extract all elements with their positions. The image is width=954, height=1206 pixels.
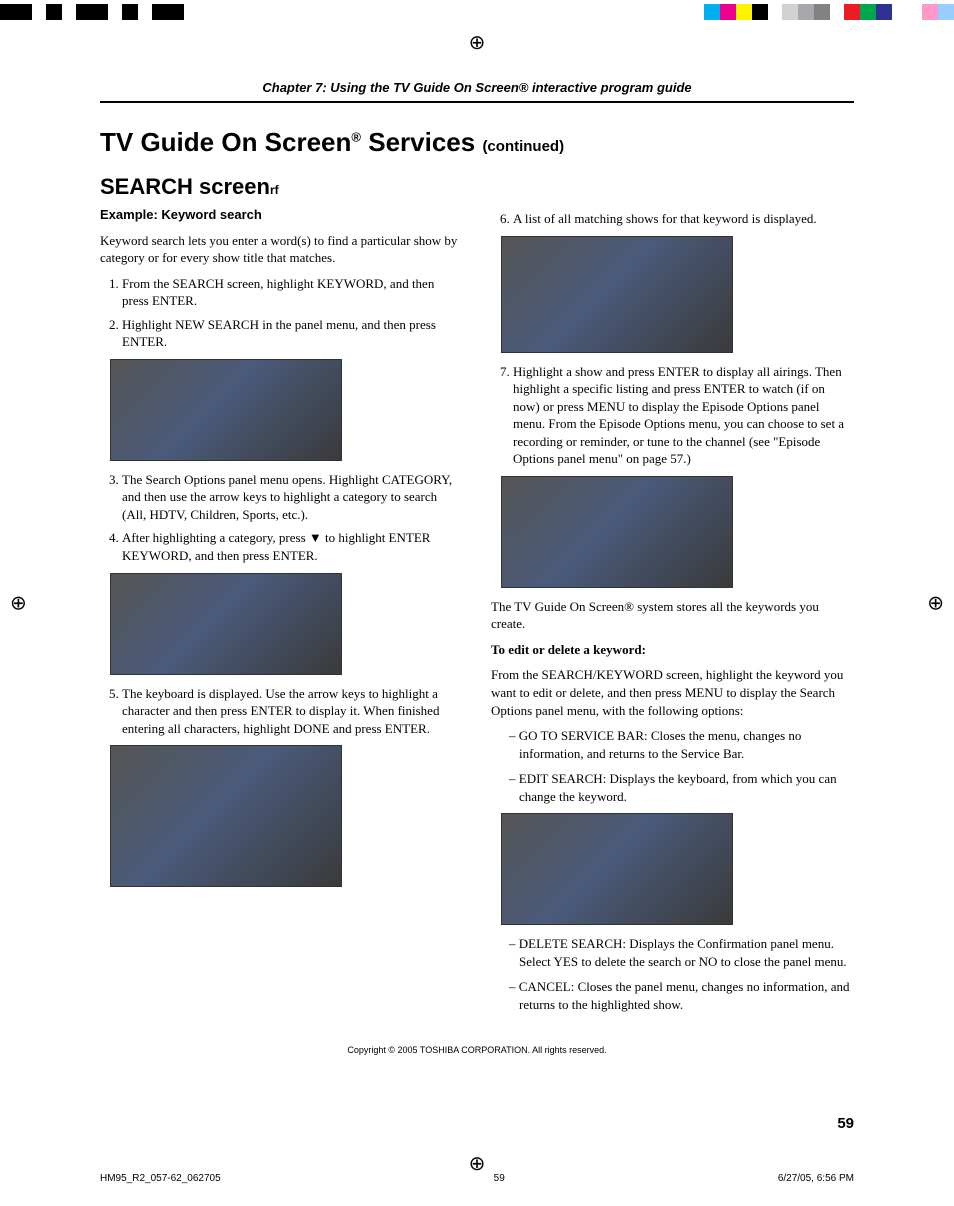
page-number: 59 [837,1115,854,1132]
edit-delete-heading: To edit or delete a keyword: [491,641,854,659]
footer-metadata: HM95_R2_057-62_062705 59 6/27/05, 6:56 P… [100,1173,854,1184]
intro-paragraph: Keyword search lets you enter a word(s) … [100,232,463,267]
step-4: After highlighting a category, press ▼ t… [122,529,463,564]
option-go-to-service-bar: – GO TO SERVICE BAR: Closes the menu, ch… [509,727,854,762]
options-list: – GO TO SERVICE BAR: Closes the menu, ch… [509,727,854,805]
steps-list-left-2: The Search Options panel menu opens. Hig… [100,471,463,565]
option-edit-search: – EDIT SEARCH: Displays the keyboard, fr… [509,770,854,805]
screenshot-episode-options [501,476,733,588]
steps-list-left: From the SEARCH screen, highlight KEYWOR… [100,275,463,351]
right-column: A list of all matching shows for that ke… [491,206,854,1021]
option-delete-search: – DELETE SEARCH: Displays the Confirmati… [509,935,854,970]
step-7: Highlight a show and press ENTER to disp… [513,363,854,468]
main-title: TV Guide On Screen® Services (continued) [100,127,854,158]
registration-mark-left: ⊕ [10,591,27,616]
options-list-2: – DELETE SEARCH: Displays the Confirmati… [509,935,854,1013]
screenshot-results-list [501,236,733,353]
chapter-header: Chapter 7: Using the TV Guide On Screen®… [100,80,854,103]
screenshot-keyboard [110,745,342,887]
title-continued: (continued) [482,138,564,155]
stores-keywords-paragraph: The TV Guide On Screen® system stores al… [491,598,854,633]
page-content: Chapter 7: Using the TV Guide On Screen®… [100,80,854,1126]
step-3: The Search Options panel menu opens. Hig… [122,471,463,524]
screenshot-new-search [110,359,342,461]
step-1: From the SEARCH screen, highlight KEYWOR… [122,275,463,310]
title-part-a: TV Guide On Screen [100,127,351,157]
subtitle-main: SEARCH screen [100,174,270,199]
footer-date: 6/27/05, 6:56 PM [778,1173,854,1184]
steps-list-left-3: The keyboard is displayed. Use the arrow… [100,685,463,738]
footer-page: 59 [494,1173,505,1184]
example-heading: Example: Keyword search [100,206,463,224]
copyright-line: Copyright © 2005 TOSHIBA CORPORATION. Al… [100,1045,854,1055]
printer-colorbar [0,4,954,20]
screenshot-search-options-edit [501,813,733,925]
search-screen-subtitle: SEARCH screenrf [100,174,854,200]
step-6: A list of all matching shows for that ke… [513,210,854,228]
registration-mark-right: ⊕ [927,591,944,616]
footer-file: HM95_R2_057-62_062705 [100,1173,221,1184]
edit-delete-body: From the SEARCH/KEYWORD screen, highligh… [491,666,854,719]
screenshot-search-options [110,573,342,675]
step-2: Highlight NEW SEARCH in the panel menu, … [122,316,463,351]
step-5: The keyboard is displayed. Use the arrow… [122,685,463,738]
steps-list-right-2: Highlight a show and press ENTER to disp… [491,363,854,468]
subtitle-suffix: rf [270,183,279,197]
steps-list-right: A list of all matching shows for that ke… [491,210,854,228]
title-part-b: Services [361,127,482,157]
option-cancel: – CANCEL: Closes the panel menu, changes… [509,978,854,1013]
title-registered: ® [351,129,361,144]
left-column: Example: Keyword search Keyword search l… [100,206,463,1021]
registration-mark-top: ⊕ [469,30,486,55]
